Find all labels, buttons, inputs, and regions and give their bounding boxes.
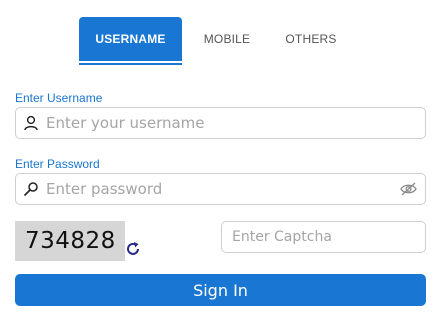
tab-others-label: OTHERS (285, 32, 337, 46)
refresh-icon[interactable] (124, 240, 142, 258)
username-label: Enter Username (15, 91, 103, 105)
captcha-input[interactable] (232, 223, 425, 251)
tab-mobile[interactable]: MOBILE (182, 17, 272, 61)
eye-slash-icon[interactable] (391, 174, 425, 204)
tab-others[interactable]: OTHERS (272, 17, 350, 61)
sign-in-button[interactable]: Sign In (15, 274, 426, 306)
captcha-field[interactable] (221, 221, 426, 253)
captcha-image: 734828 (15, 221, 125, 261)
captcha-code: 734828 (25, 228, 116, 254)
login-form: USERNAME MOBILE OTHERS Enter Username En… (0, 0, 439, 314)
tab-username[interactable]: USERNAME (79, 17, 182, 65)
password-label: Enter Password (15, 157, 100, 171)
username-field[interactable] (15, 107, 426, 139)
tab-username-label: USERNAME (95, 32, 166, 46)
username-input[interactable] (46, 109, 425, 137)
password-field[interactable] (15, 173, 426, 205)
password-input[interactable] (46, 175, 391, 203)
user-icon (16, 108, 46, 138)
login-method-tabs: USERNAME MOBILE OTHERS (79, 17, 350, 65)
key-icon (16, 174, 46, 204)
sign-in-label: Sign In (193, 280, 248, 300)
tab-mobile-label: MOBILE (203, 32, 251, 46)
